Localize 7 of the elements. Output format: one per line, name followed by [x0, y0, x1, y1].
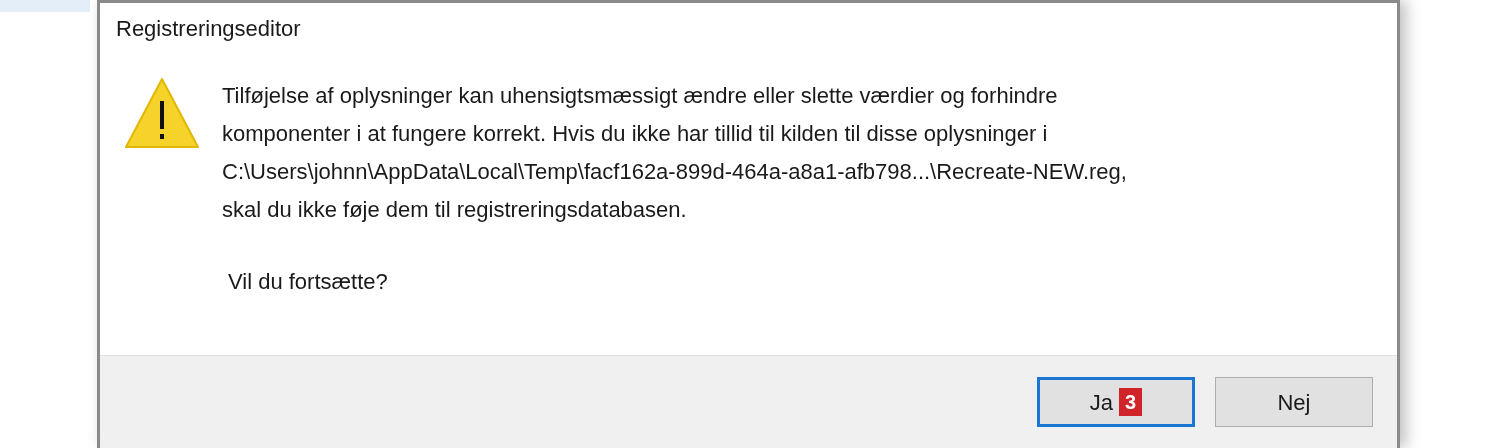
dialog-title: Registreringseditor: [116, 16, 301, 41]
dialog-button[interactable]: Nej: [1215, 377, 1373, 427]
step-badge: 3: [1119, 388, 1143, 416]
warning-icon: [124, 77, 200, 149]
confirm-question: Vil du fortsætte?: [228, 268, 389, 296]
warning-message: Tilføjelse af oplysninger kan uhensigtsmæssigt ændre eller slette værdier og forhindre komponenter i at fungere korrekt. Hvis du ikke har tillid til kilden til disse oplysninger i C:\Users\johnn\AppData\Local\Temp\facf162a-899d-464a-a8a1-afb798...\Recreate-NEW.reg, skal du ikke føje dem til registreringsdatabasen.: [222, 82, 1127, 224]
dialog-button[interactable]: Ja 3: [1037, 377, 1195, 427]
